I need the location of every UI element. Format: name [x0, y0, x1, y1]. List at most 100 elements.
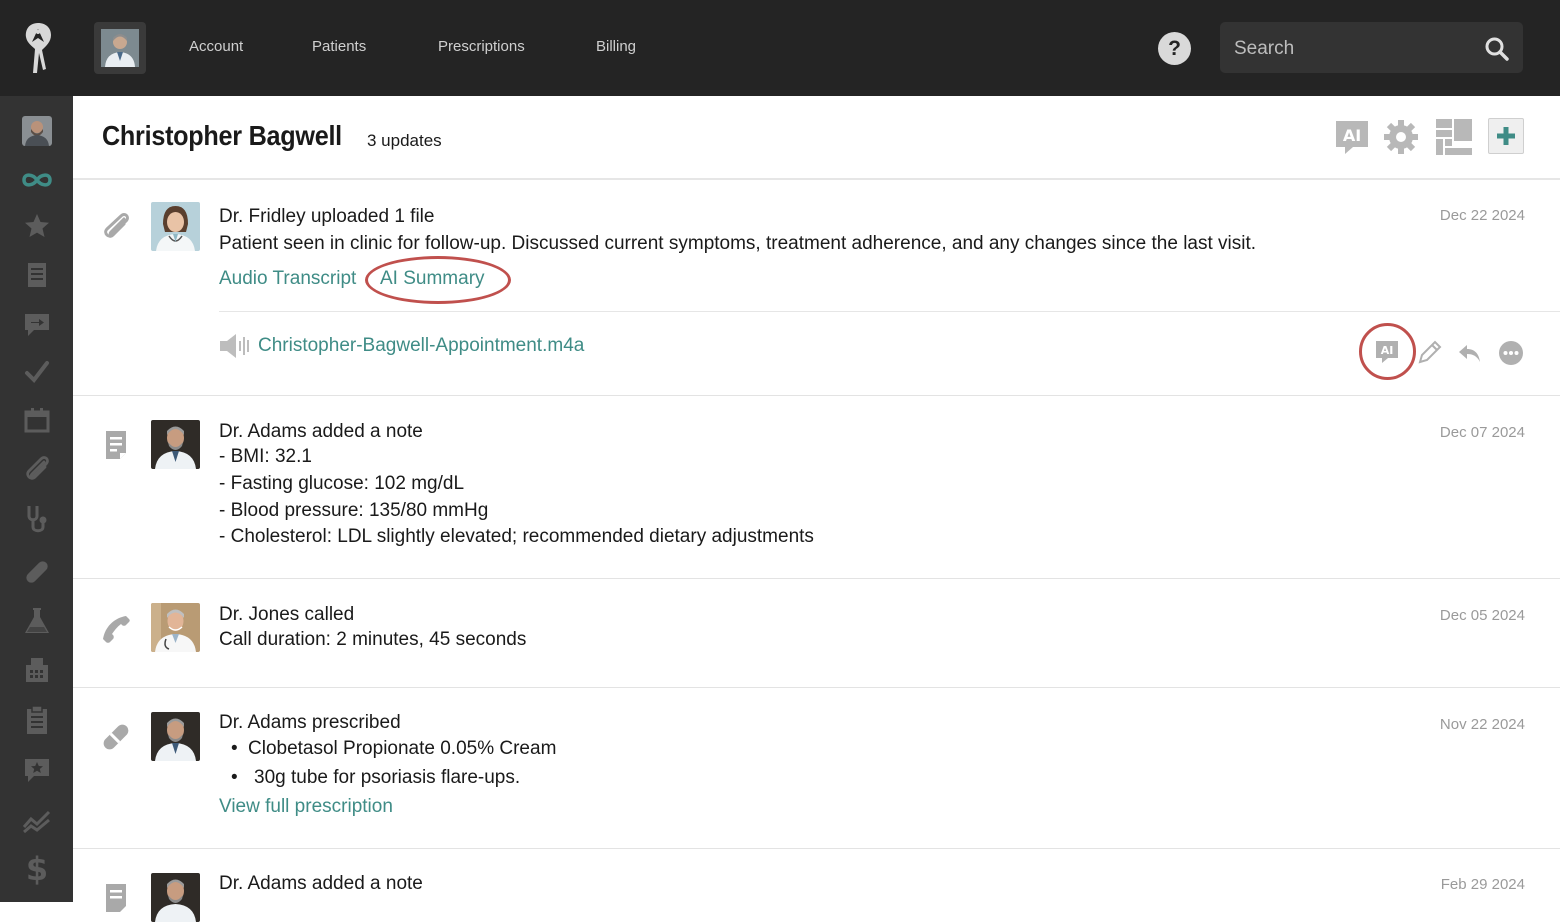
pencil-icon[interactable]: [1416, 340, 1442, 366]
pill-icon: [103, 724, 129, 750]
nav-patients[interactable]: Patients: [312, 38, 366, 55]
entry-title: Dr. Jones called: [219, 604, 355, 625]
chart-icon: [22, 810, 51, 833]
note-line: - BMI: 32.1: [219, 446, 312, 467]
doctor-portrait-icon: [151, 873, 200, 922]
doctor-portrait-icon: [101, 29, 139, 67]
timeline-entry-prescription: Dr. Adams prescribed Nov 22 2024 • Clobe…: [73, 688, 1560, 849]
pill-icon: [26, 561, 48, 583]
add-button[interactable]: [1488, 118, 1524, 154]
nav-account[interactable]: Account: [189, 38, 243, 55]
fax-icon: [26, 658, 48, 682]
reply-icon[interactable]: [1457, 340, 1483, 366]
help-button[interactable]: ?: [1158, 32, 1191, 65]
timeline-entry-note: Dr. Adams added a note Feb 29 2024: [73, 849, 1560, 922]
sidebar-item-prescriptions[interactable]: [18, 554, 56, 590]
nav-billing[interactable]: Billing: [596, 38, 636, 55]
doctor-portrait-icon: [151, 603, 200, 652]
timeline-entry-note: Dr. Adams added a note Dec 07 2024 - BMI…: [73, 396, 1560, 579]
audio-transcript-link[interactable]: Audio Transcript: [219, 268, 356, 290]
note-icon: [106, 884, 126, 912]
sidebar-item-notes[interactable]: [18, 257, 56, 293]
female-doctor-portrait-icon: [151, 202, 200, 251]
avatar: [151, 420, 200, 469]
top-navigation-bar: Account Patients Prescriptions Billing ?: [0, 0, 1560, 96]
entry-title: Dr. Adams added a note: [219, 873, 423, 894]
clipboard-icon: [27, 705, 47, 734]
message-icon: [25, 314, 49, 336]
dollar-icon: $: [25, 850, 49, 888]
prescription-item: Clobetasol Propionate 0.05% Cream: [248, 738, 557, 759]
svg-text:AI: AI: [1343, 126, 1361, 145]
search-box: [1220, 22, 1523, 75]
sidebar-item-forms[interactable]: [18, 702, 56, 738]
sidebar-item-tasks[interactable]: [18, 354, 56, 390]
entry-date: Dec 07 2024: [1439, 424, 1525, 441]
patient-avatar-icon: [22, 116, 52, 146]
search-icon[interactable]: [1484, 36, 1510, 62]
bullet-marker: •: [231, 738, 238, 759]
entry-title: Dr. Fridley uploaded 1 file: [219, 206, 435, 227]
document-icon: [28, 263, 46, 287]
view-prescription-link[interactable]: View full prescription: [219, 796, 393, 818]
entry-date: Dec 05 2024: [1439, 607, 1525, 624]
entry-date: Dec 22 2024: [1439, 207, 1525, 224]
sidebar-item-files[interactable]: [18, 451, 56, 487]
updates-count: 3 updates: [367, 131, 442, 150]
paperclip-icon: [104, 213, 129, 238]
prescription-item: 30g tube for psoriasis flare-ups.: [254, 767, 521, 788]
ai-icon[interactable]: AI: [1333, 118, 1371, 156]
sidebar-item-messages[interactable]: [18, 306, 56, 342]
calendar-icon: [24, 408, 50, 433]
call-duration: Call duration: 2 minutes, 45 seconds: [219, 629, 527, 650]
phone-icon: [103, 616, 130, 643]
app-logo-icon[interactable]: [18, 20, 58, 76]
sidebar-item-fax[interactable]: [18, 652, 56, 688]
dashboard-icon[interactable]: [1435, 118, 1473, 156]
flask-icon: [25, 608, 49, 633]
highlight-circle: [1359, 323, 1416, 380]
sidebar-item-favorites[interactable]: [18, 208, 56, 244]
doctor-portrait-icon: [151, 420, 200, 469]
plus-icon: [1497, 127, 1515, 145]
avatar: [151, 202, 200, 251]
entry-date: Nov 22 2024: [1439, 716, 1525, 733]
star-icon: [25, 214, 49, 237]
entry-body: Patient seen in clinic for follow-up. Di…: [219, 233, 1257, 254]
highlight-circle: [365, 256, 511, 304]
sidebar: $: [0, 96, 73, 902]
bullet-marker: •: [231, 767, 238, 788]
doctor-portrait-icon: [151, 712, 200, 761]
note-icon: [106, 431, 126, 459]
paperclip-icon: [26, 456, 49, 480]
sidebar-item-patient[interactable]: [18, 113, 56, 149]
timeline-entry-file: Dr. Fridley uploaded 1 file Patient seen…: [73, 180, 1560, 396]
user-avatar[interactable]: [94, 22, 146, 74]
stethoscope-icon: [27, 506, 47, 533]
review-icon: [25, 759, 49, 782]
divider: [219, 311, 1560, 312]
check-icon: [25, 361, 49, 384]
sidebar-item-billing[interactable]: $: [18, 850, 56, 888]
audio-file-icon: [220, 334, 249, 358]
search-input[interactable]: [1220, 22, 1486, 75]
entry-date: Feb 29 2024: [1440, 876, 1525, 893]
patient-header: Christopher Bagwell 3 updates AI: [73, 96, 1560, 180]
infinity-icon: [22, 173, 52, 187]
note-line: - Blood pressure: 135/80 mmHg: [219, 500, 489, 521]
entry-title: Dr. Adams added a note: [219, 421, 423, 442]
sidebar-item-reviews[interactable]: [18, 752, 56, 788]
sidebar-item-analytics[interactable]: [18, 802, 56, 838]
note-line: - Cholesterol: LDL slightly elevated; re…: [219, 526, 814, 547]
page-title: Christopher Bagwell: [102, 120, 342, 151]
gear-icon[interactable]: [1382, 118, 1420, 156]
sidebar-item-timeline[interactable]: [18, 162, 56, 198]
sidebar-item-labs[interactable]: [18, 603, 56, 639]
note-line: - Fasting glucose: 102 mg/dL: [219, 473, 465, 494]
sidebar-item-appointments[interactable]: [18, 402, 56, 438]
more-options-icon[interactable]: [1498, 340, 1524, 366]
nav-prescriptions[interactable]: Prescriptions: [438, 38, 525, 55]
avatar: [151, 712, 200, 761]
file-link[interactable]: Christopher-Bagwell-Appointment.m4a: [258, 335, 584, 357]
sidebar-item-clinical[interactable]: [18, 501, 56, 537]
